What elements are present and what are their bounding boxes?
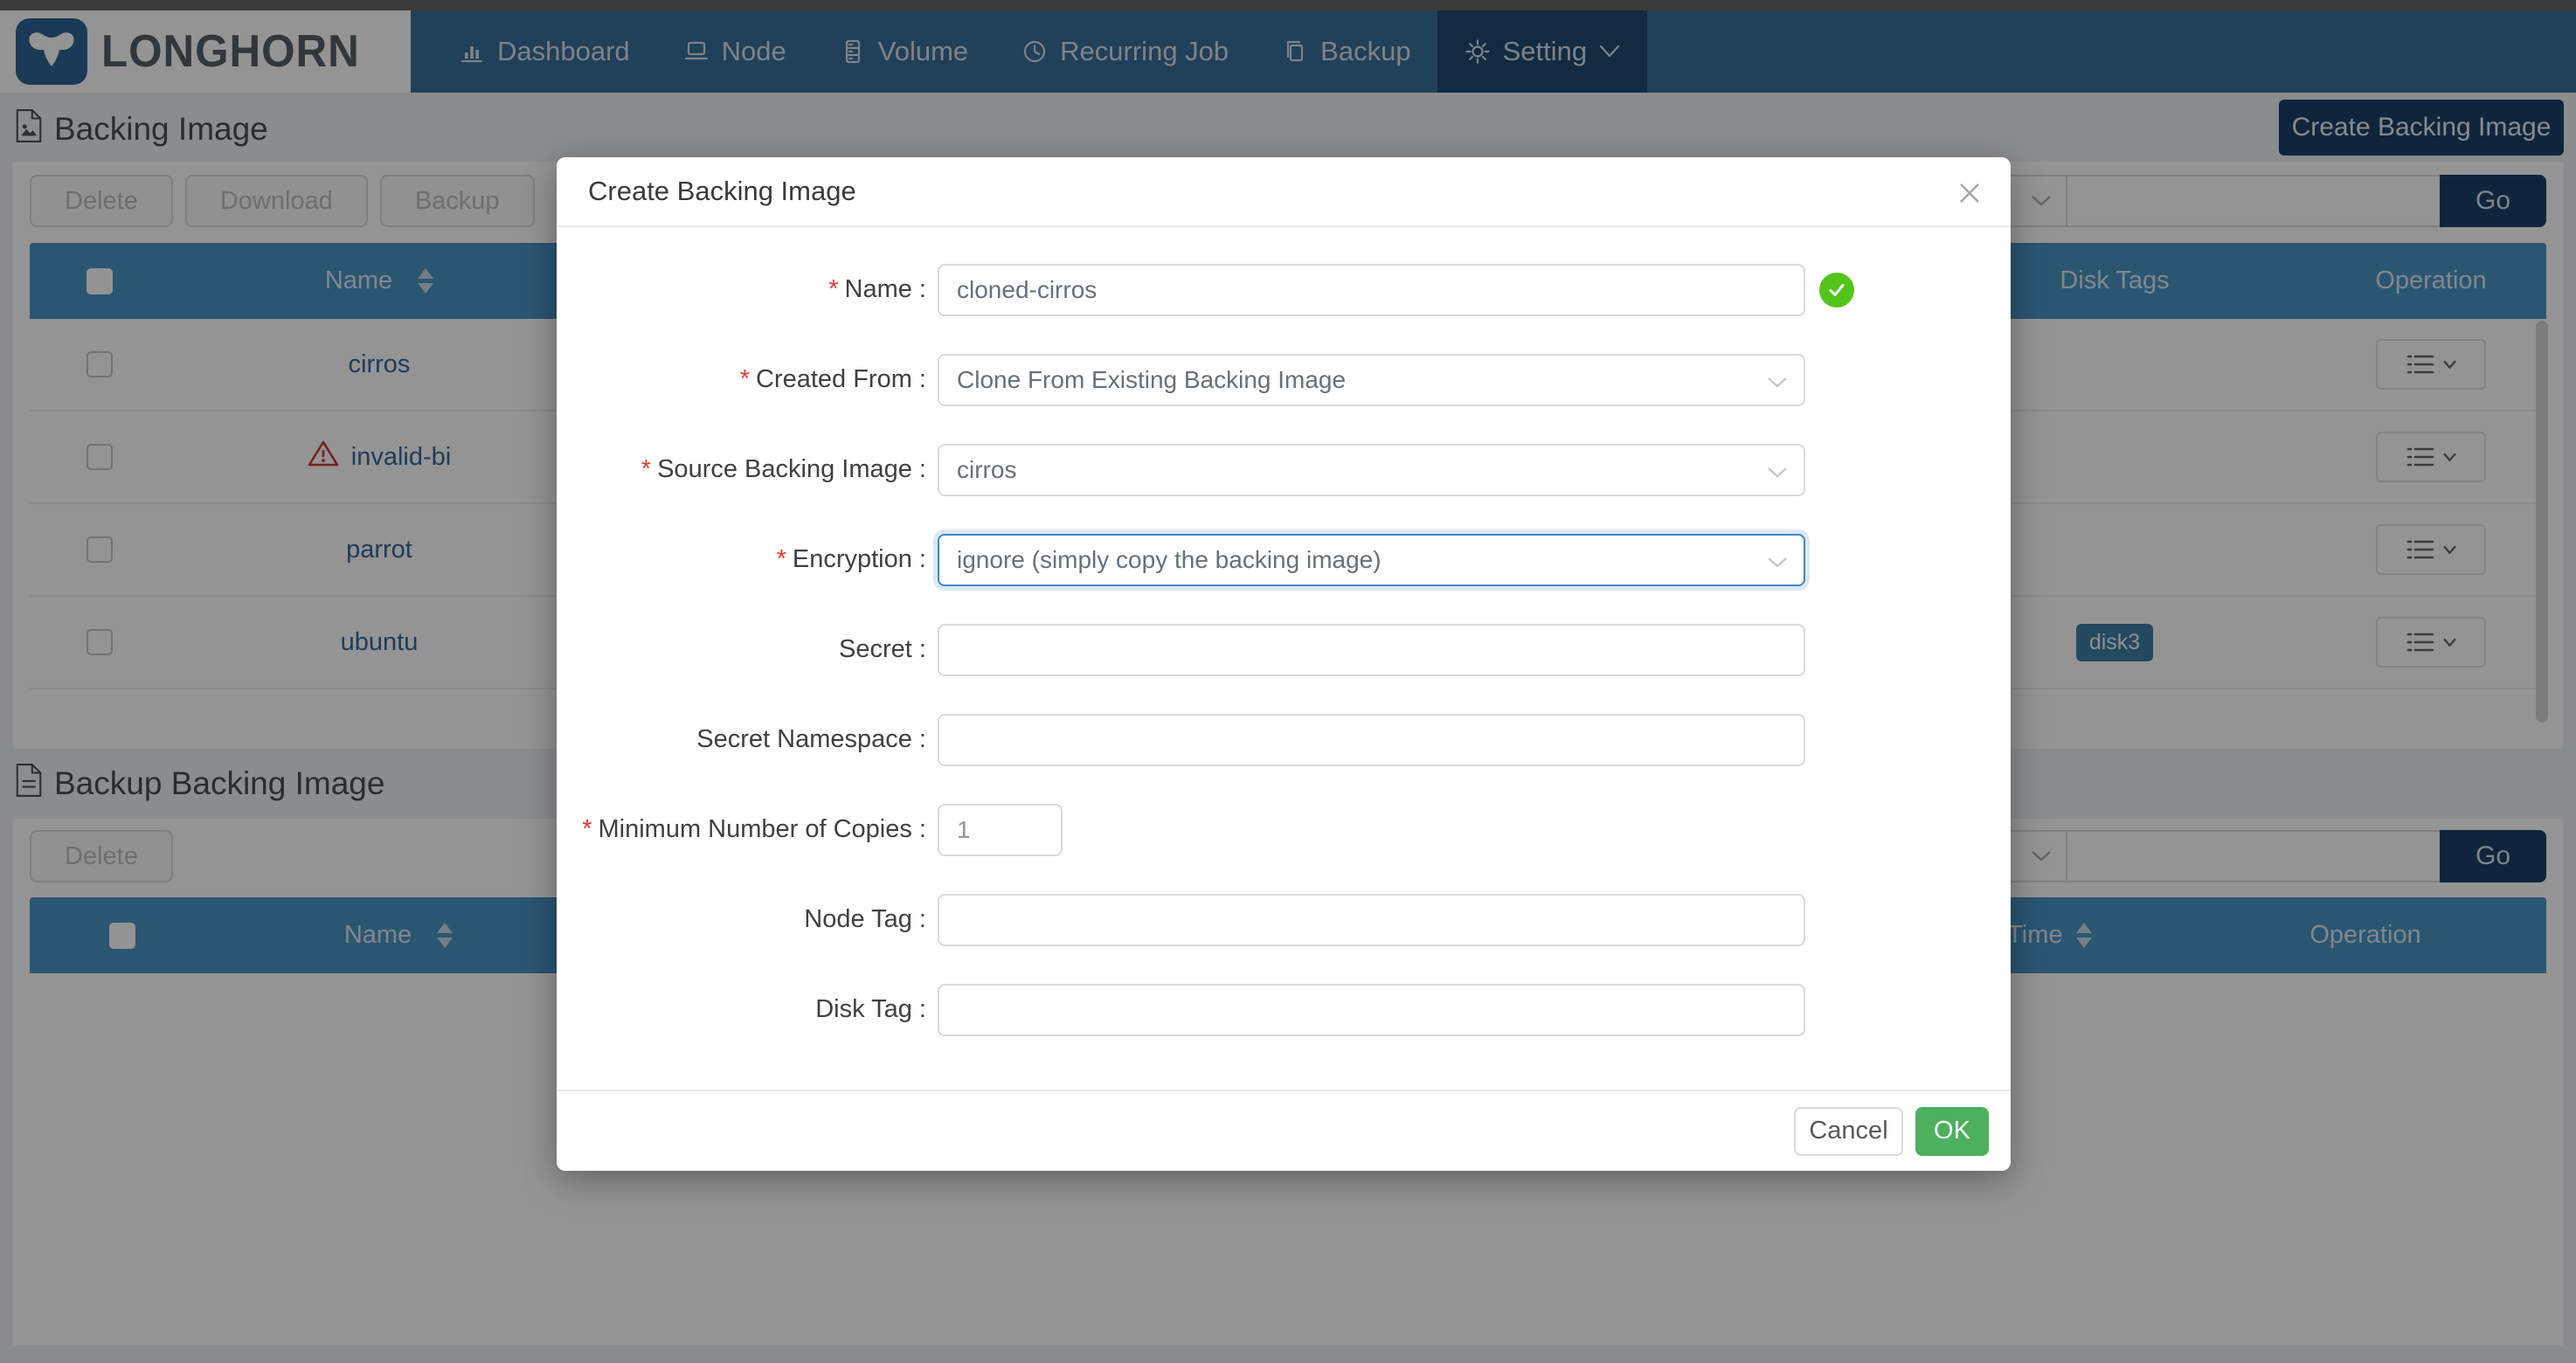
valid-check-icon [1819, 273, 1854, 308]
disk-tag-input[interactable] [938, 984, 1805, 1036]
create-backing-image-modal: Create Backing Image *Name : *Created Fr… [557, 157, 2011, 1171]
field-secret-namespace: Secret Namespace : [557, 695, 2011, 785]
name-input[interactable] [938, 264, 1805, 316]
node-tag-input[interactable] [938, 894, 1805, 946]
field-name: *Name : [557, 245, 2011, 335]
field-minimum-number-of-copies: *Minimum Number of Copies : [557, 785, 2011, 875]
field-encryption: *Encryption : ignore (simply copy the ba… [557, 515, 2011, 605]
cancel-button[interactable]: Cancel [1794, 1107, 1903, 1156]
ok-button[interactable]: OK [1915, 1107, 1989, 1156]
encryption-select[interactable]: ignore (simply copy the backing image) [938, 534, 1805, 586]
chevron-down-icon [1767, 557, 1788, 569]
close-icon[interactable] [1956, 180, 1983, 206]
field-source-backing-image: *Source Backing Image : cirros [557, 425, 2011, 515]
minimum-copies-input[interactable] [938, 804, 1063, 856]
modal-body: *Name : *Created From : Clone From Exist… [557, 227, 2011, 1055]
field-disk-tag: Disk Tag : [557, 965, 2011, 1055]
longhorn-app: LONGHORN Dashboard Node Volume Recurring… [0, 0, 2576, 1363]
field-node-tag: Node Tag : [557, 875, 2011, 965]
chevron-down-icon [1767, 467, 1788, 479]
secret-namespace-input[interactable] [938, 714, 1805, 766]
created-from-select[interactable]: Clone From Existing Backing Image [938, 354, 1805, 406]
secret-input[interactable] [938, 624, 1805, 676]
source-backing-image-select[interactable]: cirros [938, 444, 1805, 496]
modal-header: Create Backing Image [557, 157, 2011, 227]
chevron-down-icon [1767, 377, 1788, 389]
field-secret: Secret : [557, 605, 2011, 695]
modal-title: Create Backing Image [588, 176, 856, 207]
field-created-from: *Created From : Clone From Existing Back… [557, 335, 2011, 425]
modal-footer: Cancel OK [557, 1090, 2011, 1171]
